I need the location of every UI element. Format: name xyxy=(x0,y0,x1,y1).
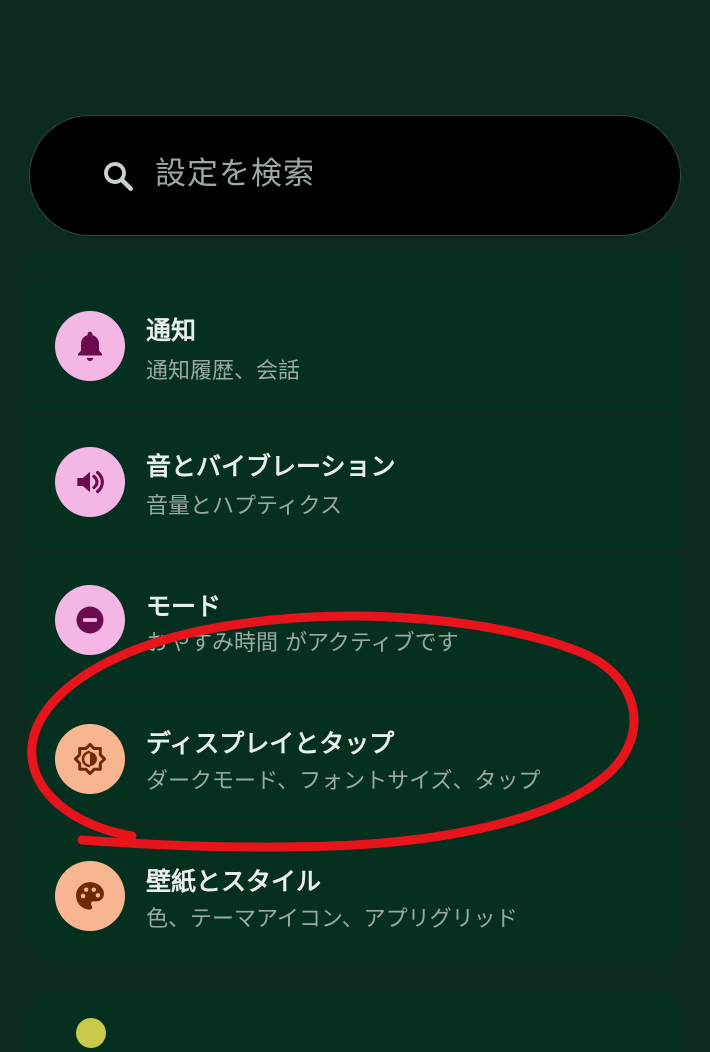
search-placeholder: 設定を検索 xyxy=(155,156,315,192)
item-subtitle: ダークモード、フォントサイズ、タップ xyxy=(146,769,541,794)
palette-icon xyxy=(76,882,104,910)
bell-icon xyxy=(77,331,103,362)
item-title: 音とバイブレーション xyxy=(146,452,396,481)
search-icon xyxy=(104,162,133,191)
item-title: 壁紙とスタイル xyxy=(146,867,322,896)
modes-icon-badge xyxy=(55,585,125,655)
item-subtitle: 通知履歴、会話 xyxy=(146,359,301,384)
display-icon-badge xyxy=(55,724,125,794)
sound-icon-badge xyxy=(55,447,125,517)
wallpaper-icon-badge xyxy=(55,861,125,931)
search-bar[interactable]: 設定を検索 xyxy=(29,115,681,236)
next-item-icon xyxy=(76,1018,106,1048)
previous-settings-item xyxy=(29,252,681,274)
settings-item-notifications[interactable]: 通知 通知履歴、会話 xyxy=(29,279,681,411)
notification-icon-badge xyxy=(55,311,125,381)
item-subtitle: 色、テーマアイコン、アプリグリッド xyxy=(146,907,518,932)
settings-item-next[interactable] xyxy=(29,992,681,1052)
brightness-icon xyxy=(73,742,107,776)
settings-item-sound[interactable]: 音とバイブレーション 音量とハプティクス xyxy=(29,416,681,548)
speaker-icon xyxy=(77,470,104,494)
item-title: 通知 xyxy=(146,316,197,345)
do-not-disturb-icon xyxy=(76,606,104,634)
item-title: モード xyxy=(146,592,222,621)
settings-item-modes[interactable]: モード おやすみ時間 がアクティブです xyxy=(29,553,681,685)
item-title: ディスプレイとタップ xyxy=(146,729,395,758)
item-subtitle: 音量とハプティクス xyxy=(146,494,343,519)
settings-item-display[interactable]: ディスプレイとタップ ダークモード、フォントサイズ、タップ xyxy=(29,690,681,822)
item-subtitle: おやすみ時間 がアクティブです xyxy=(146,631,459,656)
settings-item-wallpaper[interactable]: 壁紙とスタイル 色、テーマアイコン、アプリグリッド xyxy=(29,827,681,962)
